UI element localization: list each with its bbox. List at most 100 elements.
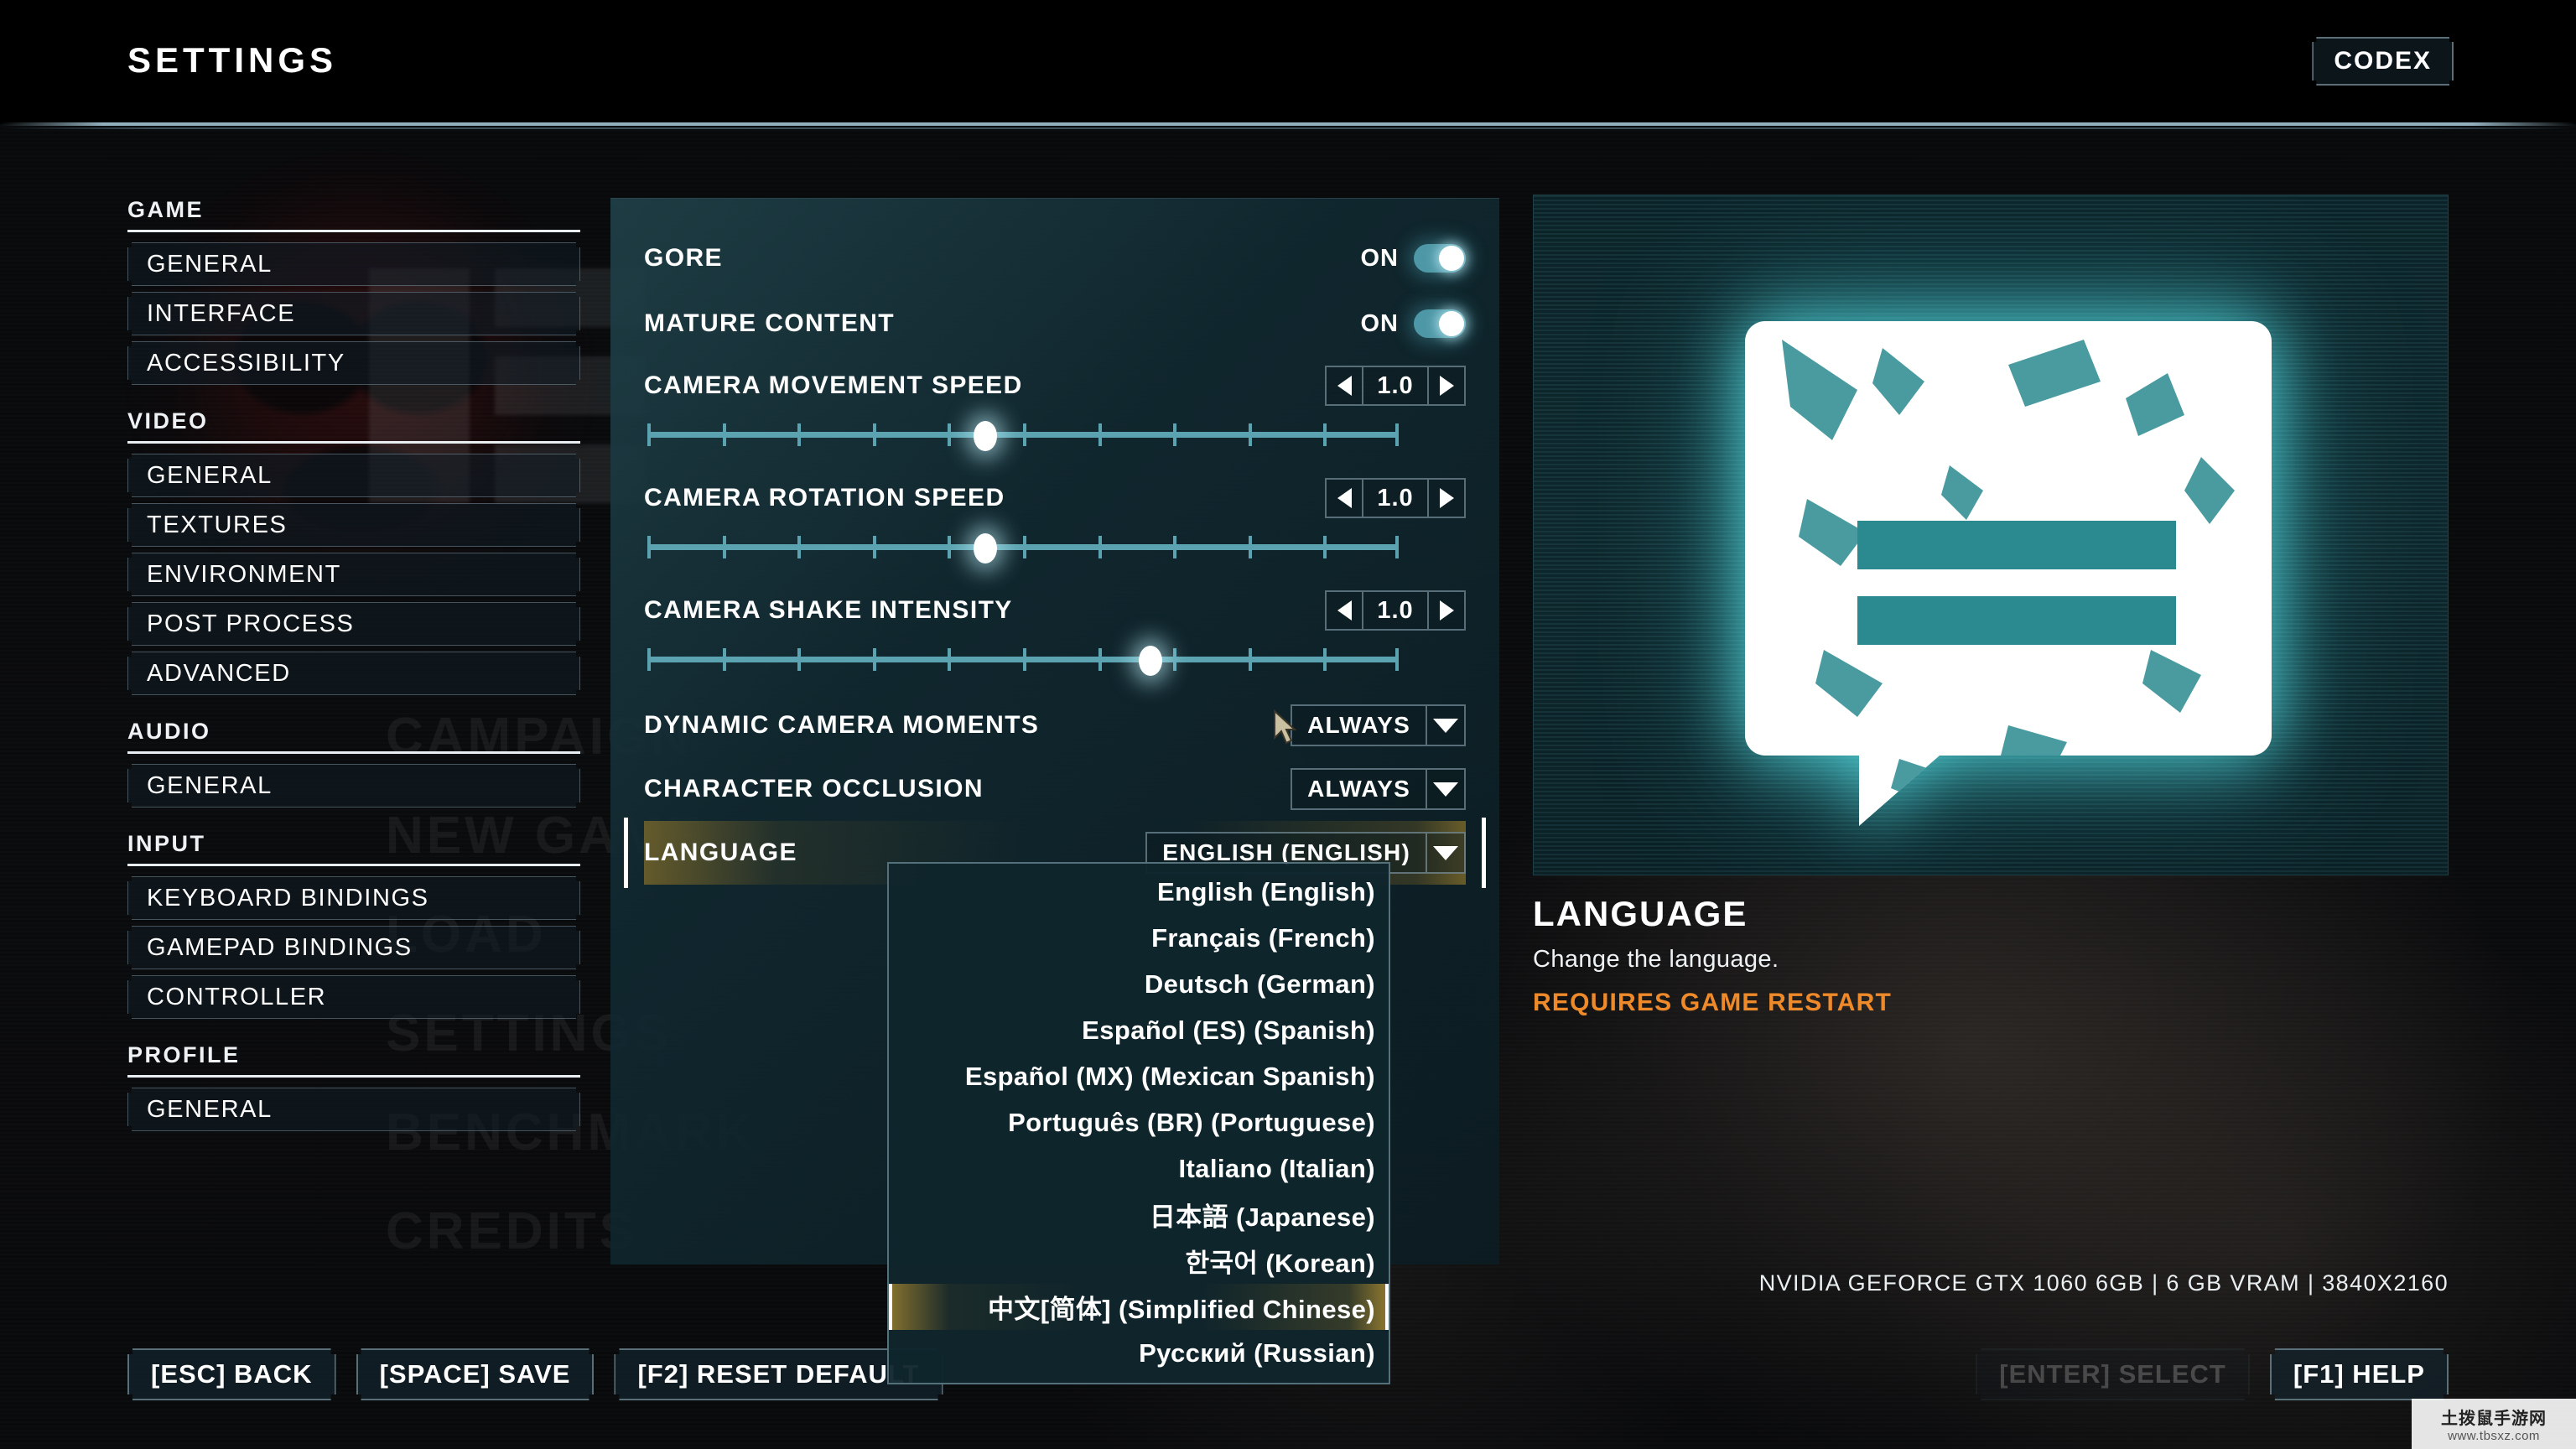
sidebar-item-environment[interactable]: ENVIRONMENT	[127, 553, 580, 596]
slider-tick	[1395, 423, 1399, 446]
slider-tick	[797, 536, 802, 558]
sidebar-item-advanced[interactable]: ADVANCED	[127, 652, 580, 695]
sidebar-item-label: ENVIRONMENT	[147, 560, 341, 588]
footer-button-enter-select[interactable]: [ENTER] SELECT	[1976, 1348, 2250, 1400]
slider-tick	[1323, 536, 1327, 558]
stepper-increment-button[interactable]	[1427, 366, 1466, 406]
stepper-decrement-button[interactable]	[1325, 590, 1363, 631]
setting-row-camera-movement-speed[interactable]: CAMERA MOVEMENT SPEED 1.0	[644, 360, 1466, 412]
sidebar-item-post-process[interactable]: POST PROCESS	[127, 602, 580, 646]
stepper-camera-shake-intensity[interactable]: 1.0	[1325, 590, 1466, 631]
stepper-increment-button[interactable]	[1427, 478, 1466, 518]
language-option[interactable]: English (English)	[889, 869, 1389, 915]
language-option[interactable]: Français (French)	[889, 915, 1389, 961]
language-option[interactable]: Deutsch (German)	[889, 961, 1389, 1007]
dropdown-value-dynamic-camera-moments: ALWAYS	[1291, 704, 1427, 746]
stepper-camera-rotation-speed[interactable]: 1.0	[1325, 478, 1466, 518]
sidebar-item-label: GENERAL	[147, 461, 273, 489]
setting-row-camera-rotation-speed[interactable]: CAMERA ROTATION SPEED 1.0	[644, 472, 1466, 524]
sidebar-item-label: GAMEPAD BINDINGS	[147, 933, 413, 961]
footer-button-space-save[interactable]: [SPACE] SAVE	[356, 1348, 595, 1400]
language-option[interactable]: 한국어 (Korean)	[889, 1238, 1389, 1284]
setting-row-mature-content[interactable]: MATURE CONTENT ON	[644, 291, 1466, 356]
slider-tick	[1248, 423, 1252, 446]
sidebar-item-gamepad-bindings[interactable]: GAMEPAD BINDINGS	[127, 926, 580, 969]
sidebar-item-controller[interactable]: CONTROLLER	[127, 975, 580, 1019]
slider-tick	[1395, 536, 1399, 558]
sidebar-item-general[interactable]: GENERAL	[127, 764, 580, 808]
sidebar-item-keyboard-bindings[interactable]: KEYBOARD BINDINGS	[127, 876, 580, 920]
slider-camera-shake-intensity[interactable]	[647, 640, 1399, 678]
slider-tick	[948, 536, 952, 558]
footer-left-buttons: [ESC] BACK [SPACE] SAVE [F2] RESET DEFAULT	[127, 1348, 943, 1400]
chevron-down-icon[interactable]	[1427, 704, 1466, 746]
slider-knob[interactable]	[974, 421, 998, 451]
slider-tick	[1098, 536, 1102, 558]
sidebar-group-audio: AUDIO GENERAL	[127, 719, 580, 808]
preview-image	[1533, 195, 2449, 875]
language-option[interactable]: Português (BR) (Portuguese)	[889, 1099, 1389, 1145]
setting-label-character-occlusion: CHARACTER OCCLUSION	[644, 775, 984, 802]
toggle-knob	[1439, 311, 1464, 336]
language-option[interactable]: 日本語 (Japanese)	[889, 1192, 1389, 1238]
sidebar-item-textures[interactable]: TEXTURES	[127, 503, 580, 547]
slider-knob[interactable]	[1139, 646, 1163, 676]
slider-camera-rotation-speed[interactable]	[647, 527, 1399, 566]
language-option[interactable]: Italiano (Italian)	[889, 1145, 1389, 1192]
language-option[interactable]: Español (MX) (Mexican Spanish)	[889, 1053, 1389, 1099]
chevron-down-icon[interactable]	[1427, 832, 1466, 874]
chevron-right-icon	[1439, 488, 1454, 508]
toggle-gore[interactable]	[1414, 244, 1466, 273]
sidebar-item-general[interactable]: GENERAL	[127, 454, 580, 497]
setting-label-gore: GORE	[644, 244, 723, 272]
setting-row-character-occlusion[interactable]: CHARACTER OCCLUSION ALWAYS	[644, 757, 1466, 821]
sidebar-item-general[interactable]: GENERAL	[127, 1088, 580, 1131]
chevron-down-icon[interactable]	[1427, 768, 1466, 810]
slider-knob[interactable]	[974, 533, 998, 564]
sidebar-group-video: VIDEO GENERAL TEXTURES ENVIRONMENT POST PROC…	[127, 408, 580, 695]
dropdown-dynamic-camera-moments[interactable]: ALWAYS	[1291, 704, 1466, 746]
dropdown-character-occlusion[interactable]: ALWAYS	[1291, 768, 1466, 810]
setting-row-camera-shake-intensity[interactable]: CAMERA SHAKE INTENSITY 1.0	[644, 584, 1466, 636]
setting-row-dynamic-camera-moments[interactable]: DYNAMIC CAMERA MOMENTS ALWAYS	[644, 693, 1466, 757]
slider-camera-movement-speed[interactable]	[647, 415, 1399, 454]
stepper-value-camera-shake-intensity: 1.0	[1363, 590, 1427, 631]
sidebar-item-interface[interactable]: INTERFACE	[127, 292, 580, 335]
sidebar-item-label: TEXTURES	[147, 511, 288, 538]
speech-bubble-icon	[1732, 289, 2285, 826]
toggle-value-mature-content: ON	[1360, 309, 1399, 337]
sidebar-group-divider	[127, 864, 580, 866]
codex-button[interactable]: CODEX	[2312, 37, 2454, 86]
setting-row-gore[interactable]: GORE ON	[644, 226, 1466, 291]
sidebar-item-accessibility[interactable]: ACCESSIBILITY	[127, 341, 580, 385]
slider-tick	[1248, 648, 1252, 671]
sidebar-item-label: KEYBOARD BINDINGS	[147, 884, 429, 911]
stepper-decrement-button[interactable]	[1325, 478, 1363, 518]
preview-panel: LANGUAGE Change the language. REQUIRES G…	[1533, 195, 2449, 1017]
dropdown-value-character-occlusion: ALWAYS	[1291, 768, 1427, 810]
slider-tick	[647, 423, 651, 446]
top-bar-divider	[0, 122, 2576, 126]
toggle-mature-content[interactable]	[1414, 309, 1466, 338]
sidebar-item-label: GENERAL	[147, 1095, 273, 1123]
stepper-decrement-button[interactable]	[1325, 366, 1363, 406]
language-option[interactable]: Español (ES) (Spanish)	[889, 1007, 1389, 1053]
language-option[interactable]: 中文[简体] (Simplified Chinese)	[889, 1284, 1389, 1330]
slider-tick	[797, 423, 802, 446]
slider-tick	[948, 648, 952, 671]
sidebar-group-divider	[127, 751, 580, 754]
footer-button-f1-help[interactable]: [F1] HELP	[2270, 1348, 2449, 1400]
language-dropdown-list[interactable]: English (English) Français (French) Deutsc…	[887, 862, 1390, 1384]
chevron-right-icon	[1439, 600, 1454, 621]
stepper-camera-movement-speed[interactable]: 1.0	[1325, 366, 1466, 406]
footer-button-esc-back[interactable]: [ESC] BACK	[127, 1348, 336, 1400]
sidebar-item-general[interactable]: GENERAL	[127, 242, 580, 286]
setting-label-camera-shake-intensity: CAMERA SHAKE INTENSITY	[644, 596, 1013, 624]
slider-tick	[1173, 648, 1177, 671]
language-option[interactable]: Русский (Russian)	[889, 1330, 1389, 1376]
slider-tick	[1098, 423, 1102, 446]
slider-tick	[948, 423, 952, 446]
sidebar-group-title: INPUT	[127, 831, 206, 856]
stepper-increment-button[interactable]	[1427, 590, 1466, 631]
sidebar-item-label: ACCESSIBILITY	[147, 349, 345, 377]
